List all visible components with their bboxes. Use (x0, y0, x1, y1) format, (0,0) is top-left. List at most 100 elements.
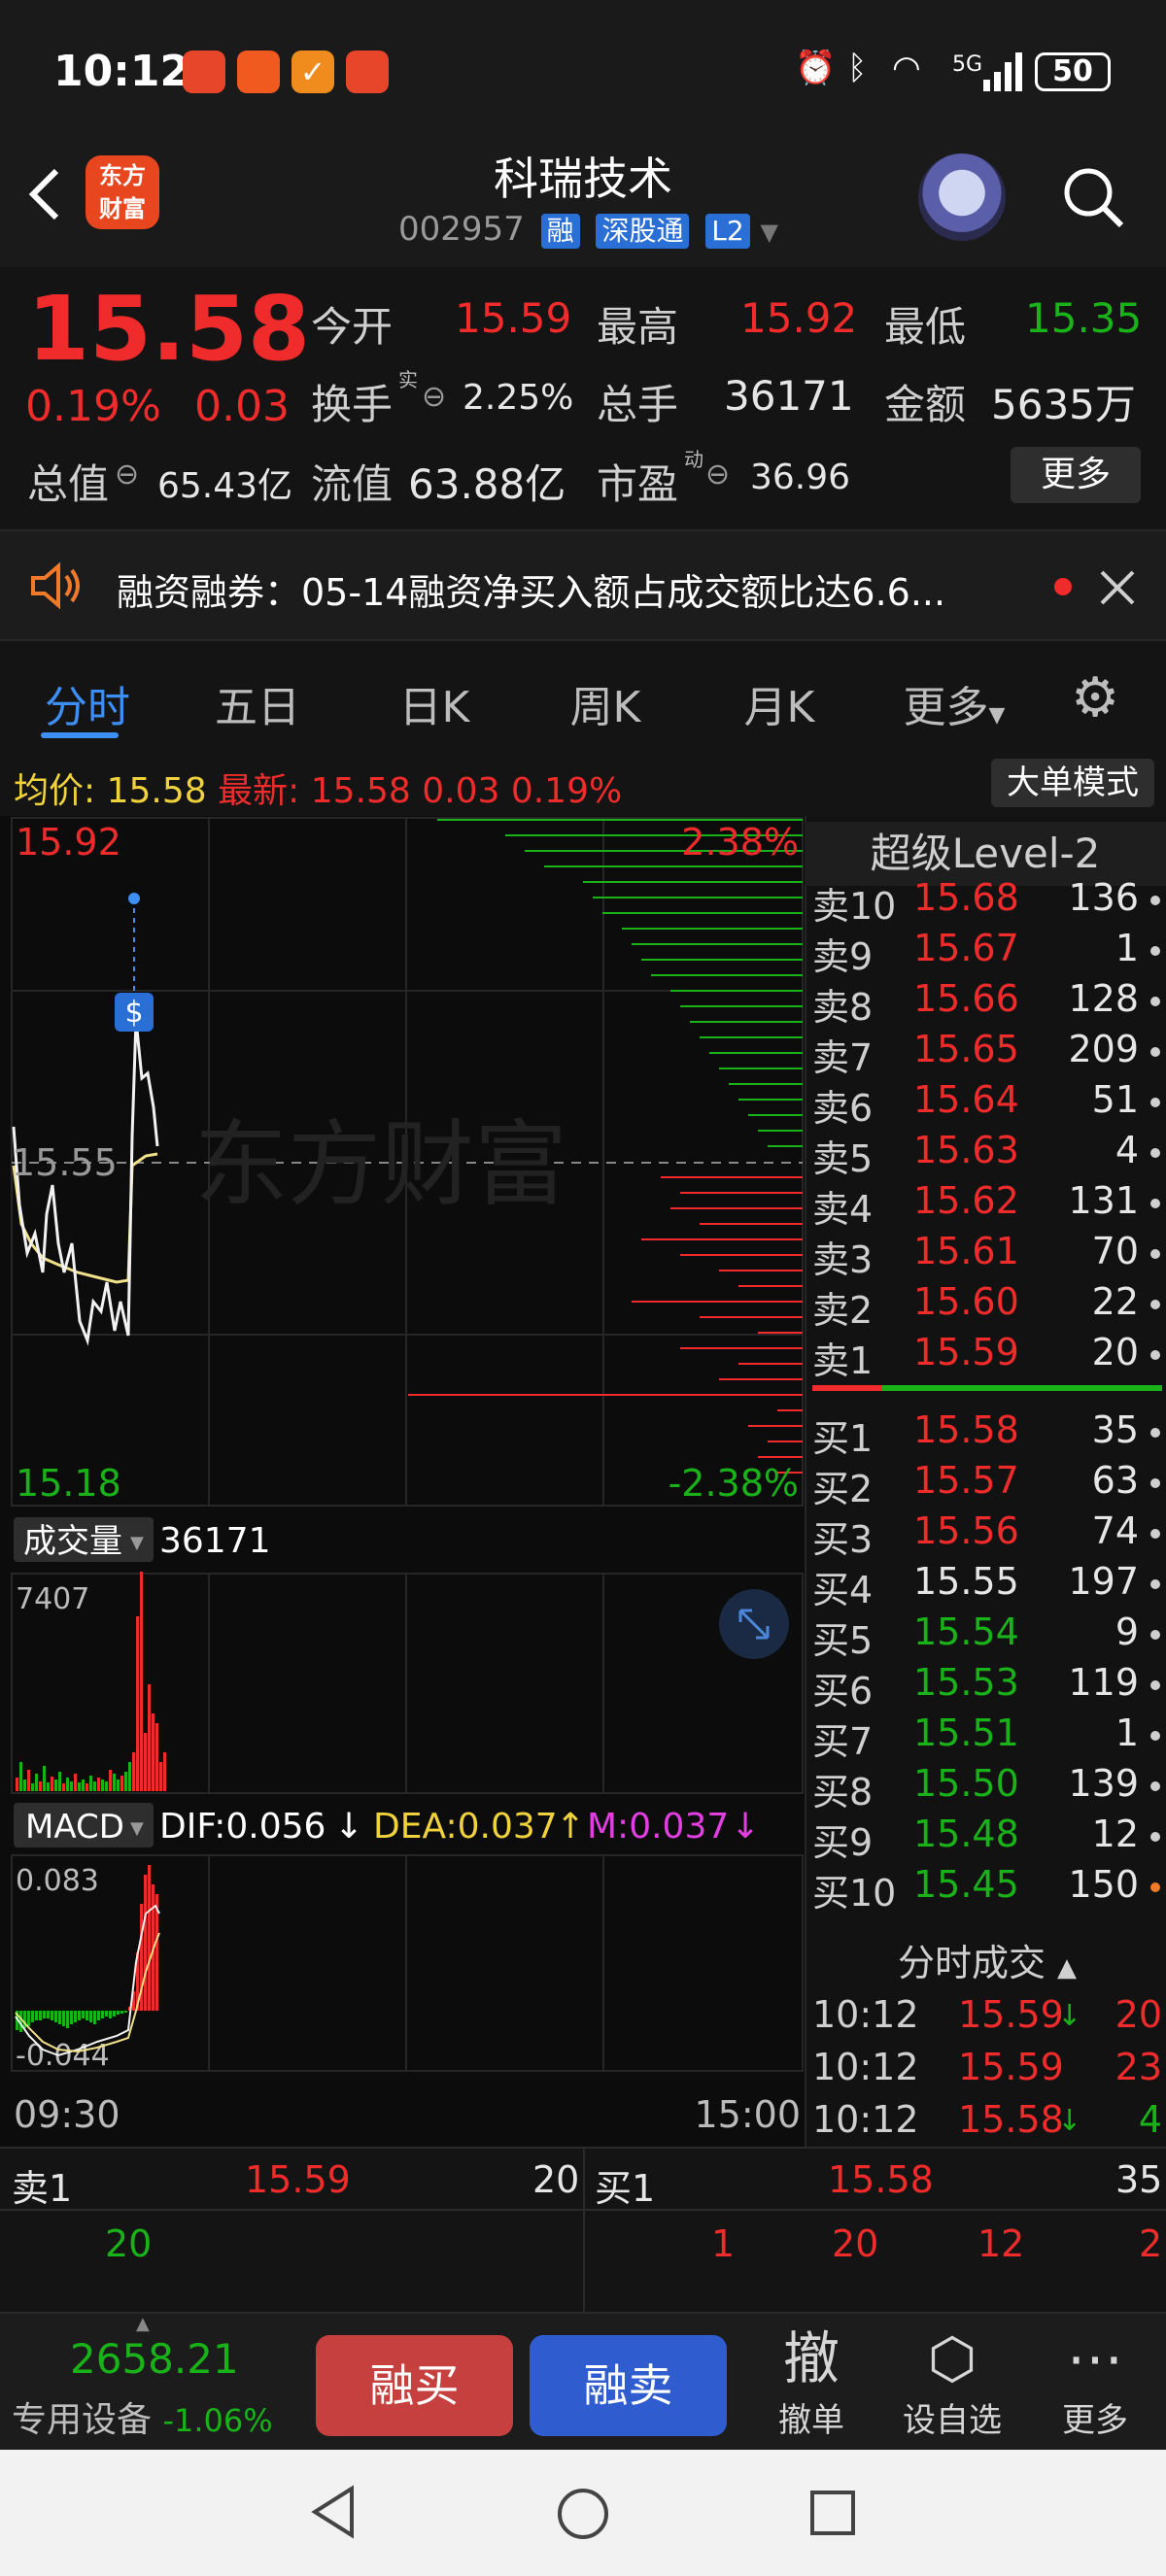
tab-weekly-k[interactable]: 周K (518, 672, 693, 734)
sector-index-value[interactable]: 2658.21 (70, 2335, 239, 2383)
ask-row[interactable]: 卖3 15.61 70 (808, 1230, 1166, 1281)
ask-row[interactable]: 卖6 15.64 51 (808, 1078, 1166, 1130)
ask-qty: 20 (1091, 1331, 1139, 1373)
gear-icon[interactable]: ⚙ (1071, 666, 1119, 729)
volume-bar (89, 1776, 92, 1791)
recents-square-icon[interactable] (808, 2489, 857, 2537)
order-dot (1150, 1478, 1160, 1488)
volume-bar (39, 1781, 42, 1791)
ask-qty: 209 (1068, 1028, 1139, 1070)
tab-intraday[interactable]: 分时 (0, 672, 175, 734)
bid-queue-item: 2 (1139, 2222, 1163, 2265)
alarm-icon: ⏰ (795, 49, 837, 87)
more-button[interactable]: 更多 (1011, 447, 1141, 503)
assistant-robot-icon[interactable] (918, 153, 1006, 241)
tab-daily-k[interactable]: 日K (347, 672, 522, 734)
macd-bar (105, 2011, 108, 2017)
tab-more[interactable]: 更多▼ (867, 672, 1042, 734)
intraday-chart[interactable]: 东方财富 $ 15.92 15.55 15.18 2.38% -2.38% 成交… (0, 816, 805, 2147)
pct-axis-min: -2.38% (669, 1462, 799, 1505)
bid-price: 15.55 (913, 1560, 1019, 1603)
order-dot (1150, 896, 1160, 905)
volume-bar (82, 1779, 85, 1791)
order-dot (1150, 1300, 1160, 1309)
close-icon[interactable] (1098, 568, 1137, 607)
volume-bar (93, 1781, 96, 1791)
low-value: 15.35 (1025, 294, 1143, 342)
ask-row[interactable]: 卖10 15.68 136 (808, 876, 1166, 928)
ask-row[interactable]: 卖9 15.67 1 (808, 927, 1166, 978)
tick-price: 15.59 (958, 2046, 1064, 2088)
macd-bar (82, 2011, 85, 2018)
order-dot (1150, 1832, 1160, 1842)
back-triangle-icon[interactable] (309, 2485, 358, 2539)
volume-bar (109, 1770, 112, 1791)
last-label: 最新: (218, 771, 300, 811)
bid-row[interactable]: 买2 15.57 63 (808, 1459, 1166, 1510)
volume-bar (136, 1616, 139, 1791)
macd-bar (86, 2011, 88, 2020)
bid-queue-item: 12 (977, 2222, 1025, 2265)
ticks-title[interactable]: 分时成交 ▲ (808, 1933, 1166, 1986)
volume-bar (128, 1762, 131, 1791)
ask-row[interactable]: 卖4 15.62 131 (808, 1179, 1166, 1231)
info-icon[interactable]: ⊖ (115, 458, 139, 491)
speaker-icon (31, 561, 80, 610)
bid-row[interactable]: 买3 15.56 74 (808, 1509, 1166, 1561)
bid-row[interactable]: 买10 15.45 150 (808, 1863, 1166, 1915)
bid-row[interactable]: 买1 15.58 35 (808, 1408, 1166, 1460)
macd-bar (70, 2011, 73, 2024)
cancel-order-label: 撤单 (778, 2401, 844, 2440)
more-actions-button[interactable]: ⋯ 更多 (1042, 2323, 1149, 2441)
notice-bar[interactable]: 融资融券：05-14融资净买入额占成交额比达6.6... (0, 529, 1166, 641)
ask-price: 15.61 (913, 1230, 1019, 1272)
stock-code-row[interactable]: 002957 融 深股通 L2 ▼ (398, 210, 778, 249)
add-watchlist-button[interactable]: ⬡ 设自选 (899, 2323, 1006, 2441)
average-price-bar: 均价: 15.58 最新: 15.58 0.03 0.19% 大单模式 (0, 753, 1166, 813)
bid-label: 买9 (812, 1821, 874, 1864)
tab-five-day[interactable]: 五日 (170, 672, 345, 734)
tick-time: 10:12 (812, 1993, 919, 2036)
bid-row[interactable]: 买6 15.53 119 (808, 1661, 1166, 1712)
search-icon[interactable] (1059, 163, 1127, 231)
bid-row[interactable]: 买8 15.50 139 (808, 1762, 1166, 1813)
home-circle-icon[interactable] (556, 2487, 610, 2541)
tick-row: 10:12 15.59 23 (812, 2046, 1166, 2096)
period-tabs: 分时 五日 日K 周K 月K 更多▼ ⚙ (0, 643, 1166, 750)
macd-bar (124, 2011, 127, 2013)
bid-qty: 63 (1091, 1459, 1139, 1502)
volume-value: 36171 (724, 372, 854, 420)
tick-price: 15.58 (958, 2098, 1064, 2141)
bid-label: 买1 (812, 1417, 874, 1460)
sector-index[interactable]: 专用设备 -1.06% (12, 2391, 273, 2442)
order-dot (1150, 1148, 1160, 1158)
bid-row[interactable]: 买4 15.55 197 (808, 1560, 1166, 1611)
clock: 10:12 (53, 47, 190, 96)
macd-axis-max: 0.083 (16, 1864, 99, 1898)
strip-bid-qty: 35 (1115, 2158, 1163, 2201)
bid-row[interactable]: 买9 15.48 12 (808, 1813, 1166, 1864)
signal-icon (983, 52, 1022, 91)
info-icon[interactable]: ⊖ (705, 458, 730, 491)
ask-row[interactable]: 卖8 15.66 128 (808, 977, 1166, 1029)
big-order-mode-button[interactable]: 大单模式 (991, 759, 1154, 807)
macd-bar (43, 2011, 46, 2018)
volume-total: 36171 (159, 1521, 271, 1561)
info-icon[interactable]: ⊖ (422, 380, 446, 414)
ask-row[interactable]: 卖7 15.65 209 (808, 1028, 1166, 1079)
down-arrow-icon: ↓ (731, 1807, 760, 1847)
margin-sell-button[interactable]: 融卖 (530, 2335, 727, 2436)
bid-price: 15.51 (913, 1712, 1019, 1754)
ask-row[interactable]: 卖1 15.59 20 (808, 1331, 1166, 1382)
bid-ask-strip: 卖1 15.59 20 买1 15.58 35 20 1 20 12 2 (0, 2147, 1166, 2314)
bid-row[interactable]: 买5 15.54 9 (808, 1610, 1166, 1662)
bid-row[interactable]: 买7 15.51 1 (808, 1712, 1166, 1763)
tab-monthly-k[interactable]: 月K (692, 672, 867, 734)
cancel-order-button[interactable]: 撤 撤单 (758, 2323, 865, 2441)
ask-row[interactable]: 卖2 15.60 22 (808, 1280, 1166, 1332)
margin-buy-button[interactable]: 融买 (316, 2335, 513, 2436)
ask-row[interactable]: 卖5 15.63 4 (808, 1129, 1166, 1180)
chevron-down-icon: ▼ (130, 1818, 144, 1839)
bid-qty: 197 (1068, 1560, 1139, 1603)
low-label: 最低 (884, 303, 967, 351)
